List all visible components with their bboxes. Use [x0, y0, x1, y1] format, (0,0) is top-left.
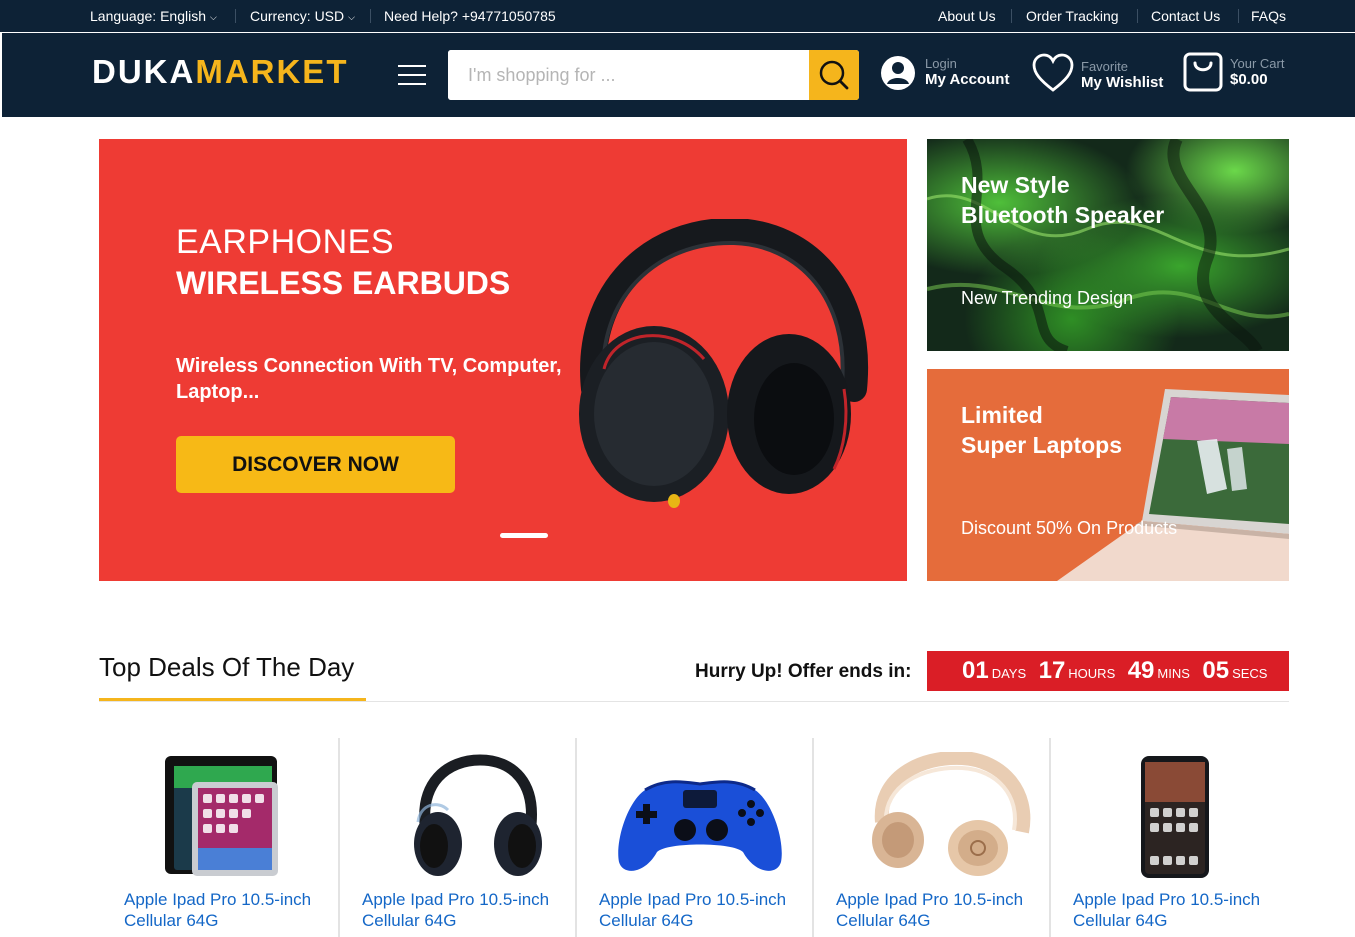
countdown-secs-label: SECS	[1232, 666, 1268, 681]
product-title[interactable]: Apple Ipad Pro 10.5-inch Cellular 64G	[124, 889, 324, 931]
tablet-image	[165, 756, 278, 876]
wishlist-label: My Wishlist	[1081, 74, 1164, 91]
countdown-timer: 01 DAYS 17 HOURS 49 MINS 05 SECS	[927, 651, 1289, 691]
search-button[interactable]	[809, 50, 859, 100]
link-order-tracking[interactable]: Order Tracking	[1026, 8, 1119, 24]
link-contact-us[interactable]: Contact Us	[1151, 8, 1220, 24]
divider	[1238, 9, 1239, 23]
slider-dot-active[interactable]	[500, 533, 548, 538]
product-card[interactable]: Apple Ipad Pro 10.5-inch Cellular 64G	[1049, 738, 1286, 937]
card-divider	[575, 738, 577, 937]
headphones-image	[579, 219, 869, 508]
account-small-label: Login	[925, 56, 957, 71]
search-bar	[448, 50, 859, 100]
hero-subtitle: Wireless Connection With TV, Computer, L…	[176, 355, 562, 403]
gold-headphones-image	[872, 752, 1031, 876]
heart-icon	[1032, 53, 1074, 92]
account-label: My Account	[925, 71, 1010, 88]
product-title[interactable]: Apple Ipad Pro 10.5-inch Cellular 64G	[1073, 889, 1273, 931]
hero-slider[interactable]: EARPHONES WIRELESS EARBUDS Wireless Conn…	[99, 139, 907, 581]
chevron-down-icon: ⌵	[348, 12, 355, 22]
language-label: Language: English	[90, 8, 206, 24]
site-logo[interactable]: DUKAMARKET	[92, 53, 348, 91]
countdown-hours: 17	[1038, 657, 1066, 684]
countdown-mins: 49	[1127, 657, 1155, 684]
section-divider	[99, 701, 1289, 702]
hero-title-line-1: EARPHONES	[176, 223, 394, 261]
hero-title-line-2: WIRELESS EARBUDS	[176, 265, 511, 301]
countdown-days: 01	[962, 657, 989, 684]
banner-2-title-line-2: Super Laptops	[961, 432, 1123, 458]
banner-bluetooth-speaker[interactable]: New Style Bluetooth Speaker New Trending…	[927, 139, 1289, 351]
top-bar: Language: English ⌵ Currency: USD ⌵ Need H…	[0, 0, 1355, 32]
cart-small-label: Your Cart	[1230, 56, 1285, 71]
help-info: Need Help? +94771050785	[384, 8, 556, 24]
divider	[1137, 9, 1138, 23]
search-input[interactable]	[448, 50, 809, 100]
link-about-us[interactable]: About Us	[938, 8, 996, 24]
cart-total: $0.00	[1230, 71, 1268, 88]
currency-selector[interactable]: Currency: USD ⌵	[250, 8, 355, 24]
countdown-days-label: DAYS	[991, 666, 1027, 681]
banner-super-laptops[interactable]: Limited Super Laptops Discount 50% On Pr…	[927, 369, 1289, 581]
link-faqs[interactable]: FAQs	[1251, 8, 1286, 24]
card-divider	[1049, 738, 1051, 937]
card-divider	[338, 738, 340, 937]
offer-ends-label: Hurry Up! Offer ends in:	[695, 661, 912, 682]
language-selector[interactable]: Language: English ⌵	[90, 8, 217, 24]
smartphone-image	[1141, 756, 1209, 878]
countdown-hours-label: HOURS	[1068, 666, 1116, 681]
menu-icon[interactable]	[398, 65, 426, 87]
help-phone[interactable]: +94771050785	[462, 8, 556, 24]
currency-label: Currency: USD	[250, 8, 345, 24]
divider	[370, 9, 371, 23]
banner-1-title-line-1: New Style	[961, 172, 1070, 198]
section-title: Top Deals Of The Day	[99, 652, 355, 682]
product-card[interactable]: Apple Ipad Pro 10.5-inch Cellular 64G	[575, 738, 812, 937]
divider	[1011, 9, 1012, 23]
wishlist-small-label: Favorite	[1081, 59, 1128, 74]
countdown-secs: 05	[1202, 657, 1230, 684]
product-card[interactable]: Apple Ipad Pro 10.5-inch Cellular 64G	[100, 738, 337, 937]
main-header: DUKAMARKET Login My Account Favorite My …	[2, 33, 1355, 117]
product-card[interactable]: Apple Ipad Pro 10.5-inch Cellular 64G	[812, 738, 1049, 937]
logo-part-2: MARKET	[195, 53, 349, 90]
shopping-bag-icon	[1183, 52, 1223, 92]
gamepad-image	[618, 780, 782, 871]
product-title[interactable]: Apple Ipad Pro 10.5-inch Cellular 64G	[836, 889, 1036, 931]
banner-1-title-line-2: Bluetooth Speaker	[961, 202, 1165, 228]
banner-2-subtitle: Discount 50% On Products	[961, 518, 1178, 538]
section-title-underline	[99, 698, 366, 701]
product-card[interactable]: Apple Ipad Pro 10.5-inch Cellular 64G	[338, 738, 575, 937]
logo-part-1: DUKA	[92, 53, 196, 90]
card-divider	[812, 738, 814, 937]
countdown-mins-label: MINS	[1157, 666, 1190, 681]
banner-2-title-line-1: Limited	[961, 402, 1043, 428]
chevron-down-icon: ⌵	[210, 12, 217, 22]
divider	[235, 9, 236, 23]
headphones-image	[414, 754, 542, 876]
banner-1-subtitle: New Trending Design	[961, 288, 1134, 308]
discover-now-button[interactable]: DISCOVER NOW	[176, 436, 455, 493]
user-icon	[881, 56, 915, 90]
product-title[interactable]: Apple Ipad Pro 10.5-inch Cellular 64G	[599, 889, 799, 931]
search-icon	[819, 60, 849, 90]
product-title[interactable]: Apple Ipad Pro 10.5-inch Cellular 64G	[362, 889, 562, 931]
help-label: Need Help?	[384, 8, 458, 24]
